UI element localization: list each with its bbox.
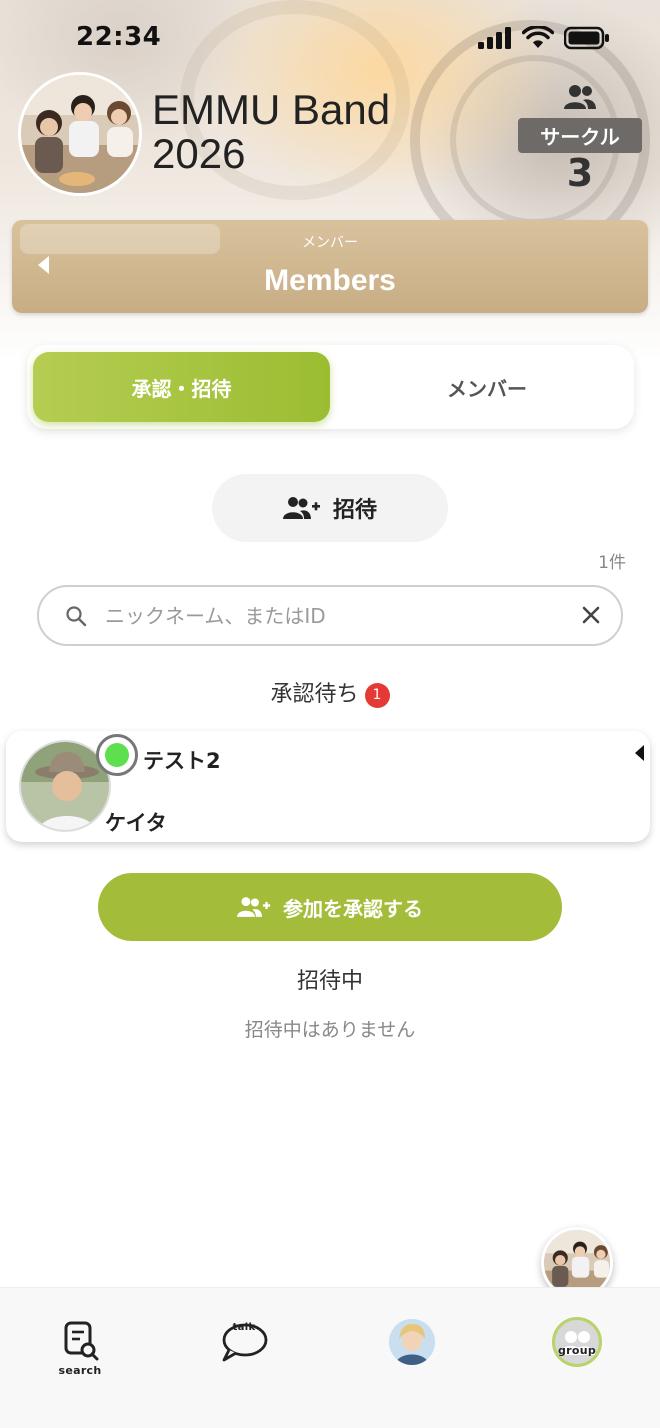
members-banner: メンバー Members	[12, 220, 648, 313]
close-icon[interactable]	[581, 605, 601, 625]
search-bar	[37, 585, 623, 646]
approve-join-label: 参加を承認する	[283, 896, 423, 921]
pending-heading: 承認待ち 1	[0, 676, 660, 708]
pending-heading-label: 承認待ち	[270, 682, 359, 707]
inviting-empty-text: 招待中はありません	[244, 1019, 416, 1041]
result-count: 1件	[598, 553, 626, 573]
people-icon	[564, 85, 596, 109]
group-avatar[interactable]	[18, 72, 142, 196]
tab-profile[interactable]	[382, 1312, 442, 1372]
member-id-name: テスト2	[143, 749, 221, 773]
tab-approval-invite[interactable]: 承認・招待	[33, 352, 330, 422]
group-tab-ring	[552, 1317, 602, 1367]
battery-icon	[564, 26, 609, 50]
profile-avatar-icon	[389, 1319, 435, 1365]
bottom-tab-bar: search talk group	[0, 1287, 660, 1428]
add-user-icon	[237, 897, 271, 917]
pending-count-badge: 1	[364, 683, 390, 708]
inviting-heading: 招待中	[296, 969, 363, 994]
signal-icon	[478, 27, 511, 49]
online-status-indicator	[96, 734, 138, 776]
avatar	[389, 1319, 435, 1365]
wifi-icon	[522, 26, 554, 48]
banner-subtitle: メンバー	[302, 235, 358, 251]
tab-search-label: search	[58, 1364, 102, 1377]
approve-join-button[interactable]: 参加を承認する	[98, 873, 562, 941]
invite-label: 招待	[332, 498, 377, 523]
circle-label: サークル	[518, 118, 642, 153]
tab-talk[interactable]: talk	[214, 1312, 274, 1372]
segment-control: 承認・招待 メンバー	[27, 345, 634, 429]
circle-info[interactable]: サークル 3	[518, 84, 642, 193]
status-time: 22:34	[76, 22, 162, 52]
tab-group-label: group	[557, 1344, 597, 1357]
tab-group[interactable]: group	[547, 1312, 607, 1372]
banner-title: Members	[264, 264, 396, 297]
invite-button[interactable]: 招待	[212, 474, 448, 542]
pending-member-card[interactable]: テスト2 ケイタ	[6, 731, 650, 842]
tab-talk-label: talk	[232, 1322, 256, 1333]
tab-search[interactable]: search	[50, 1312, 110, 1377]
search-icon	[66, 606, 87, 627]
caret-left-icon[interactable]	[635, 745, 644, 761]
tab-members[interactable]: メンバー	[347, 352, 627, 422]
search-doc-icon	[64, 1321, 99, 1361]
group-name: EMMU Band 2026	[152, 86, 391, 177]
status-icons	[478, 26, 610, 50]
member-nickname: ケイタ	[105, 811, 167, 835]
search-input[interactable]	[105, 597, 565, 635]
circle-count: 3	[566, 151, 594, 195]
add-user-icon	[282, 497, 320, 519]
